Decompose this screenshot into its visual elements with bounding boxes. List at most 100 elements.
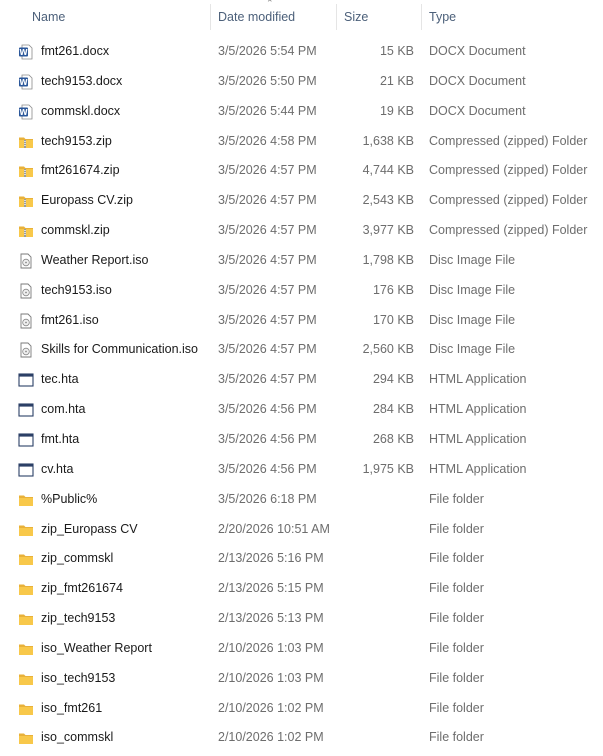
folder-icon [18, 574, 36, 604]
file-name: tech9153.zip [41, 133, 112, 148]
file-name: zip_Europass CV [41, 521, 138, 536]
file-name: zip_commskl [41, 551, 114, 566]
file-size: 1,638 KB [362, 133, 414, 148]
file-type: File folder [429, 581, 484, 596]
file-row[interactable]: Wfmt261.docx 3/5/2026 5:54 PM 15 KB DOCX Do… [0, 37, 603, 67]
file-size [340, 723, 414, 753]
file-row[interactable]: zip_Europass CV 2/20/2026 10:51 AM File fo… [0, 515, 603, 545]
file-size [340, 664, 414, 694]
svg-text:W: W [19, 78, 28, 87]
zip-folder-icon [18, 216, 36, 246]
column-header-size[interactable]: Size [344, 0, 420, 34]
file-name: tech9153.docx [41, 73, 123, 88]
date-modified: 3/5/2026 4:58 PM [218, 133, 317, 148]
file-row[interactable]: %Public% 3/5/2026 6:18 PM File folder [0, 485, 603, 515]
file-name: fmt.hta [41, 431, 80, 446]
file-row[interactable]: cv.hta 3/5/2026 4:56 PM 1,975 KB HTML Appli… [0, 455, 603, 485]
svg-text:W: W [19, 48, 28, 57]
file-row[interactable]: Wtech9153.docx 3/5/2026 5:50 PM 21 KB DOCX … [0, 67, 603, 97]
file-name: fmt261.docx [41, 44, 110, 58]
file-row[interactable]: zip_tech9153 2/13/2026 5:13 PM File folder [0, 604, 603, 634]
column-divider[interactable] [421, 4, 422, 30]
file-row[interactable]: tec.hta 3/5/2026 4:57 PM 294 KB HTML Applic… [0, 365, 603, 395]
word-doc-icon: W [18, 37, 36, 67]
file-type: File folder [429, 700, 484, 715]
file-row[interactable]: fmt.hta 3/5/2026 4:56 PM 268 KB HTML Applic… [0, 425, 603, 455]
file-row[interactable]: fmt261674.zip 3/5/2026 4:57 PM 4,744 KB Com… [0, 156, 603, 186]
file-name: Weather Report.iso [41, 252, 149, 267]
file-type: File folder [429, 640, 484, 655]
file-name: Skills for Communication.iso [41, 342, 198, 357]
file-name: %Public% [41, 491, 98, 506]
disc-image-icon [18, 276, 36, 306]
file-row[interactable]: iso_tech9153 2/10/2026 1:03 PM File folder [0, 664, 603, 694]
folder-icon [18, 664, 36, 694]
folder-icon [18, 634, 36, 664]
file-row[interactable]: iso_Weather Report 2/10/2026 1:03 PM File … [0, 634, 603, 664]
folder-icon [18, 604, 36, 634]
disc-image-icon [18, 335, 36, 365]
file-size [340, 604, 414, 634]
file-type: Compressed (zipped) Folder [429, 163, 588, 178]
date-modified: 3/5/2026 4:57 PM [218, 282, 317, 297]
file-row[interactable]: com.hta 3/5/2026 4:56 PM 284 KB HTML Applic… [0, 395, 603, 425]
file-name: iso_commskl [41, 730, 114, 745]
file-row[interactable]: tech9153.zip 3/5/2026 4:58 PM 1,638 KB Comp… [0, 127, 603, 157]
file-name: iso_fmt261 [41, 700, 103, 715]
file-name: iso_Weather Report [41, 640, 152, 655]
column-header-type[interactable]: Type [429, 0, 599, 34]
zip-folder-icon [18, 127, 36, 157]
file-row[interactable]: zip_fmt261674 2/13/2026 5:15 PM File folde… [0, 574, 603, 604]
file-size: 3,977 KB [362, 223, 414, 238]
file-name: iso_tech9153 [41, 670, 116, 685]
file-name: commskl.zip [41, 223, 110, 238]
file-row[interactable]: fmt261.iso 3/5/2026 4:57 PM 170 KB Disc Ima… [0, 306, 603, 336]
file-type: File folder [429, 521, 484, 536]
folder-icon [18, 723, 36, 753]
file-type: Compressed (zipped) Folder [429, 193, 588, 208]
hta-window-icon [18, 455, 36, 485]
file-name: zip_tech9153 [41, 611, 116, 626]
file-row[interactable]: tech9153.iso 3/5/2026 4:57 PM 176 KB Disc I… [0, 276, 603, 306]
file-type: Compressed (zipped) Folder [429, 133, 588, 148]
file-row[interactable]: Europass CV.zip 3/5/2026 4:57 PM 2,543 KB C… [0, 186, 603, 216]
date-modified: 3/5/2026 6:18 PM [218, 491, 317, 506]
folder-icon [18, 485, 36, 515]
file-size [340, 485, 414, 515]
date-modified: 2/13/2026 5:16 PM [218, 551, 324, 566]
file-type: HTML Application [429, 402, 527, 417]
date-modified: 3/5/2026 5:44 PM [218, 103, 317, 118]
file-row[interactable]: iso_fmt261 2/10/2026 1:02 PM File folder [0, 694, 603, 724]
file-row[interactable]: Weather Report.iso 3/5/2026 4:57 PM 1,798 … [0, 246, 603, 276]
zip-folder-icon [18, 186, 36, 216]
file-size [340, 634, 414, 664]
file-type: HTML Application [429, 461, 527, 476]
file-name: fmt261.iso [41, 312, 99, 327]
hta-window-icon [18, 425, 36, 455]
file-name: zip_fmt261674 [41, 581, 124, 596]
file-row[interactable]: iso_commskl 2/10/2026 1:02 PM File folder [0, 723, 603, 753]
file-name: commskl.docx [41, 103, 121, 118]
file-size: 2,560 KB [362, 342, 414, 357]
column-divider[interactable] [336, 4, 337, 30]
date-modified: 3/5/2026 5:50 PM [218, 73, 317, 88]
file-name: com.hta [41, 402, 86, 417]
date-modified: 3/5/2026 4:56 PM [218, 402, 317, 417]
file-name: Europass CV.zip [41, 193, 133, 208]
file-type: Disc Image File [429, 312, 516, 327]
file-type: File folder [429, 491, 484, 506]
file-type: Compressed (zipped) Folder [429, 223, 588, 238]
file-size: 2,543 KB [362, 193, 414, 208]
file-row[interactable]: Skills for Communication.iso 3/5/2026 4:5… [0, 335, 603, 365]
file-row[interactable]: Wcommskl.docx 3/5/2026 5:44 PM 19 KB DOCX D… [0, 97, 603, 127]
column-header-name[interactable]: Name [32, 0, 212, 34]
file-row[interactable]: zip_commskl 2/13/2026 5:16 PM File folder [0, 544, 603, 574]
file-row[interactable]: commskl.zip 3/5/2026 4:57 PM 3,977 KB Compr… [0, 216, 603, 246]
file-list: Wfmt261.docx 3/5/2026 5:54 PM 15 KB DOCX Do… [0, 37, 603, 753]
date-modified: 2/20/2026 10:51 AM [218, 521, 330, 536]
date-modified: 3/5/2026 4:57 PM [218, 312, 317, 327]
file-name: tech9153.iso [41, 282, 112, 297]
file-size [340, 574, 414, 604]
column-divider[interactable] [210, 4, 211, 30]
column-header-date[interactable]: Date modified [218, 0, 338, 34]
